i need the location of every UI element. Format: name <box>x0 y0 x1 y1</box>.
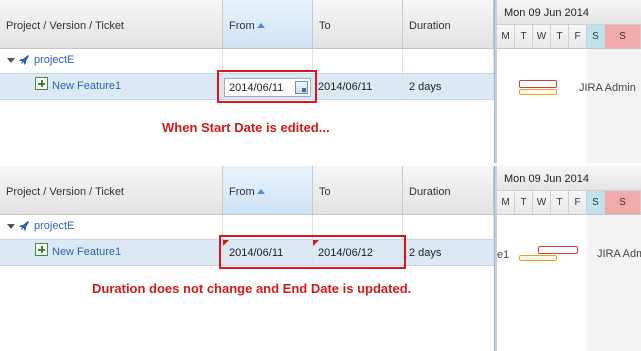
day-header-wed: W <box>533 191 551 215</box>
day-header-mon: M <box>497 191 515 215</box>
duration-cell[interactable]: 2 days <box>403 74 494 99</box>
day-header-tue: T <box>515 191 533 215</box>
column-header-project[interactable]: Project / Version / Ticket <box>0 166 223 215</box>
gantt-panel-before: Project / Version / Ticket From To Durat… <box>0 0 641 163</box>
column-header-duration-label: Duration <box>409 186 451 198</box>
day-header-tue: T <box>515 25 533 49</box>
weekend-column <box>605 49 641 163</box>
annotation-after: Duration does not change and End Date is… <box>92 281 412 296</box>
day-header-wed: W <box>533 25 551 49</box>
gantt-week-header: Mon 09 Jun 2014 <box>497 0 641 25</box>
to-date-value: 2014/06/11 <box>318 81 373 93</box>
ticket-cell: New Feature1 <box>0 74 223 99</box>
weekend-column <box>587 215 605 351</box>
assignee-label: JIRA Admin <box>579 82 636 94</box>
column-header-to[interactable]: To <box>313 0 403 49</box>
annotation-before: When Start Date is edited... <box>162 120 330 135</box>
column-header-duration[interactable]: Duration <box>403 0 494 49</box>
weekend-column <box>587 49 605 163</box>
project-name[interactable]: projectE <box>34 220 74 232</box>
column-header-project[interactable]: Project / Version / Ticket <box>0 0 223 49</box>
column-header-to[interactable]: To <box>313 166 403 215</box>
gantt-week-label: Mon 09 Jun 2014 <box>504 7 590 19</box>
column-header-from[interactable]: From <box>223 166 313 215</box>
project-cell: projectE <box>0 49 223 73</box>
ticket-grid: Project / Version / Ticket From To Durat… <box>0 166 494 351</box>
sort-ascending-icon <box>257 189 265 194</box>
day-header-mon: M <box>497 25 515 49</box>
column-header-duration[interactable]: Duration <box>403 166 494 215</box>
column-header-to-label: To <box>319 20 331 32</box>
gantt-week-header: Mon 09 Jun 2014 <box>497 166 641 191</box>
day-header-sun: S <box>605 25 641 49</box>
project-cell: projectE <box>0 215 223 239</box>
project-duration-cell <box>403 215 494 239</box>
duration-value: 2 days <box>409 81 442 93</box>
column-header-project-label: Project / Version / Ticket <box>6 186 124 198</box>
gantt-panel-after: Project / Version / Ticket From To Durat… <box>0 166 641 351</box>
highlight-box-dates <box>219 235 406 269</box>
day-header-fri: F <box>569 191 587 215</box>
gantt-week-label: Mon 09 Jun 2014 <box>504 173 590 185</box>
column-header-to-label: To <box>319 186 331 198</box>
column-header-duration-label: Duration <box>409 20 451 32</box>
project-name[interactable]: projectE <box>34 54 74 66</box>
weekend-column <box>605 215 641 351</box>
day-header-sat: S <box>587 191 605 215</box>
day-header-sun: S <box>605 191 641 215</box>
baseline-bar <box>519 255 557 261</box>
column-header-project-label: Project / Version / Ticket <box>6 20 124 32</box>
rocket-project-icon <box>19 221 29 231</box>
day-header-sat: S <box>587 25 605 49</box>
collapse-triangle-icon[interactable] <box>7 224 15 229</box>
ticket-name[interactable]: New Feature1 <box>52 246 121 258</box>
ticket-grid: Project / Version / Ticket From To Durat… <box>0 0 494 163</box>
column-header-from-label: From <box>229 20 255 32</box>
column-header-from[interactable]: From <box>223 0 313 49</box>
duration-value: 2 days <box>409 247 442 259</box>
add-subtask-icon[interactable] <box>35 77 48 90</box>
rocket-project-icon <box>19 55 29 65</box>
ticket-cell: New Feature1 <box>0 240 223 265</box>
add-subtask-icon[interactable] <box>35 243 48 256</box>
project-to-cell <box>313 49 403 73</box>
day-header-fri: F <box>569 25 587 49</box>
assignee-label: JIRA Admin <box>597 248 641 260</box>
day-header-thu: T <box>551 191 569 215</box>
task-bar[interactable] <box>519 80 557 88</box>
ticket-name-clipped: e1 <box>497 249 510 261</box>
project-duration-cell <box>403 49 494 73</box>
to-cell[interactable]: 2014/06/11 <box>313 74 403 99</box>
task-bar[interactable] <box>538 246 578 254</box>
collapse-triangle-icon[interactable] <box>7 58 15 63</box>
day-header-thu: T <box>551 25 569 49</box>
column-header-from-label: From <box>229 186 255 198</box>
baseline-bar <box>519 89 557 95</box>
gantt-chart: Mon 09 Jun 2014 M T W T F S S e1 JIRA Ad… <box>497 166 641 351</box>
sort-ascending-icon <box>257 23 265 28</box>
gantt-chart: Mon 09 Jun 2014 M T W T F S S JIRA Admin <box>497 0 641 163</box>
duration-cell[interactable]: 2 days <box>403 240 494 265</box>
highlight-box-from <box>217 70 317 103</box>
ticket-name[interactable]: New Feature1 <box>52 80 121 92</box>
